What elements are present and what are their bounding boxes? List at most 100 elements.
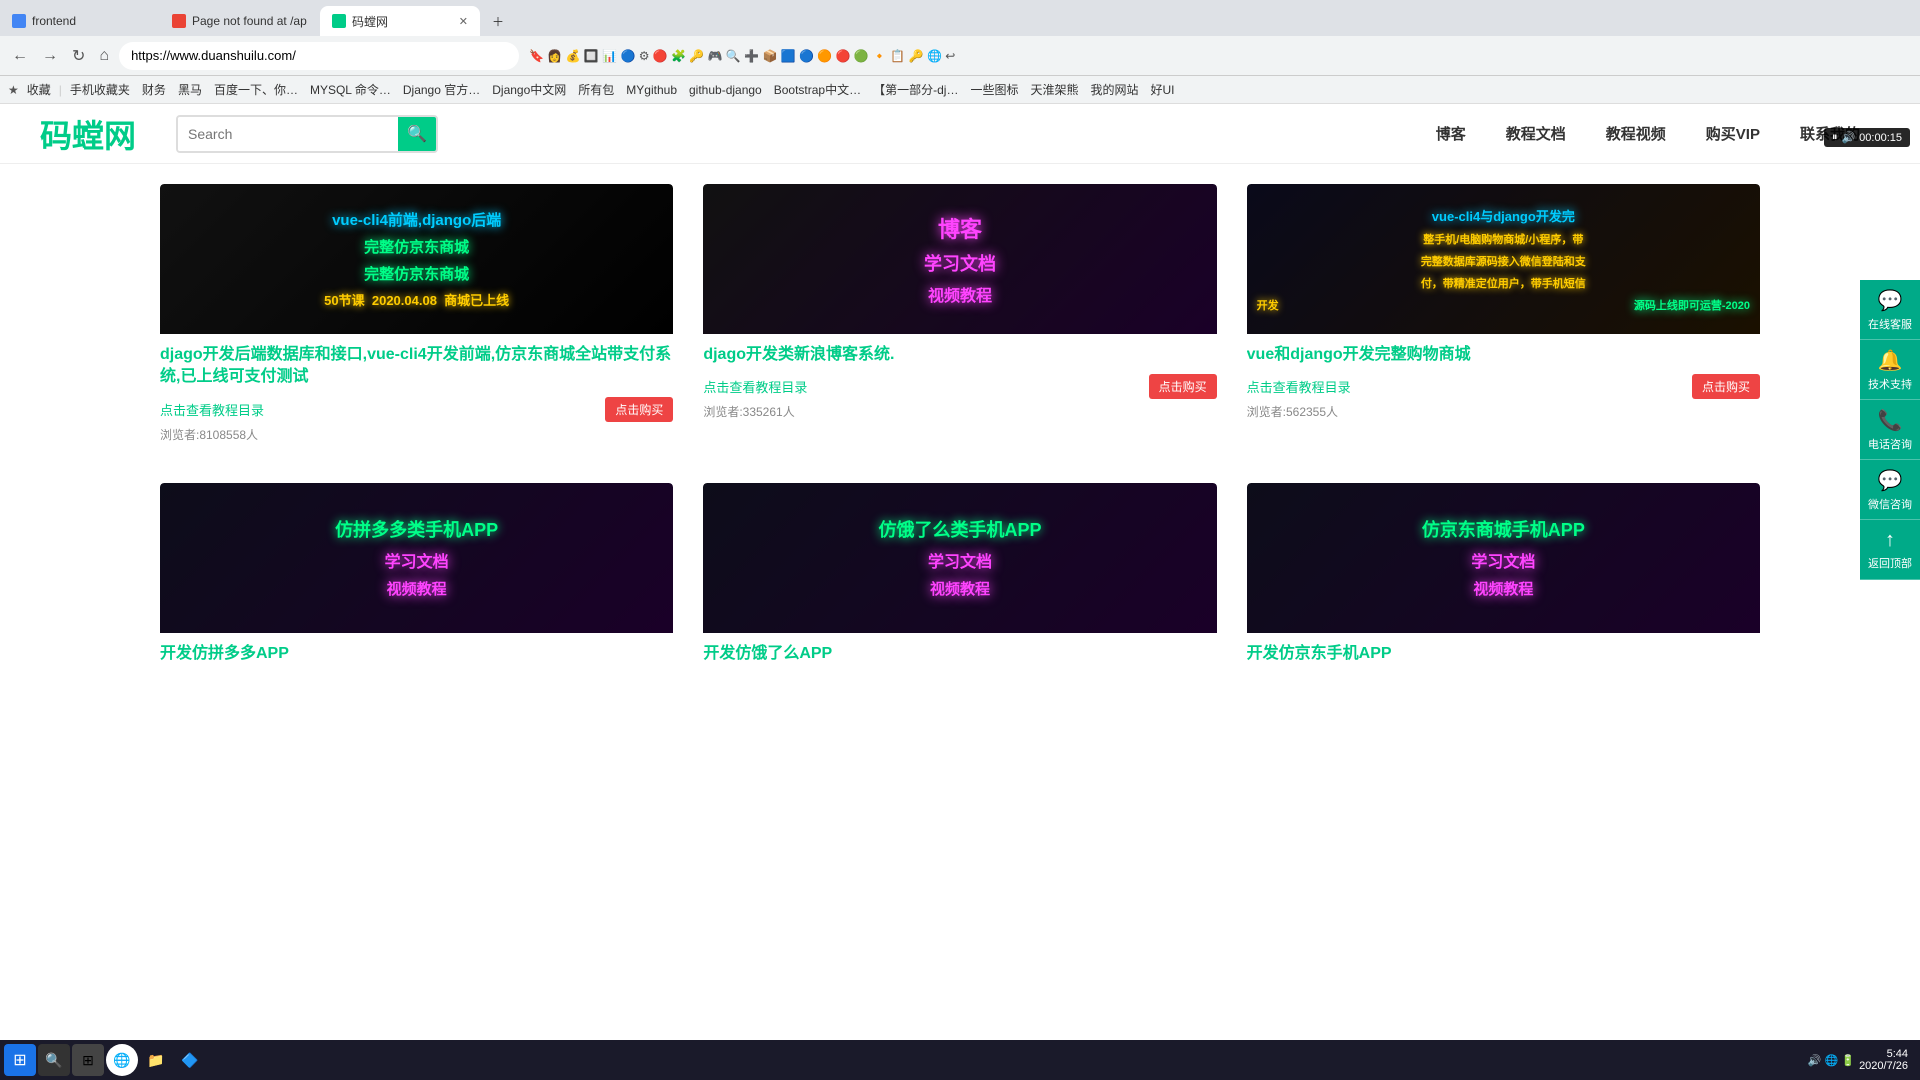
bookmark-packages[interactable]: 所有包: [574, 81, 618, 98]
card-6-img-line-2: 学习文档: [1471, 548, 1535, 572]
taskbar-systray: 🔊 🌐 🔋: [1808, 1054, 1855, 1067]
bookmark-mobile[interactable]: 手机收藏夹: [66, 81, 134, 98]
bookmark-django-official[interactable]: Django 官方…: [399, 81, 484, 98]
taskbar-start[interactable]: ⊞: [4, 1044, 36, 1076]
bookmark-tianzhu[interactable]: 天淮架熊: [1026, 81, 1082, 98]
bookmark-icons[interactable]: 一些图标: [966, 81, 1022, 98]
card-2-link[interactable]: 点击查看教程目录: [703, 377, 807, 396]
bookmark-bootstrap[interactable]: Bootstrap中文…: [770, 81, 865, 98]
tab-favicon: [172, 14, 186, 28]
card-1-views: 浏览者:8108558人: [160, 426, 673, 443]
taskbar-chrome[interactable]: 🌐: [106, 1044, 138, 1076]
reload-btn[interactable]: ↻: [68, 44, 89, 68]
sidebar-label-chat: 在线客服: [1868, 316, 1912, 332]
main-nav: 博客 教程文档 教程视频 购买VIP 联系我的: [1416, 115, 1880, 152]
card-1-buy-btn[interactable]: 点击购买: [605, 397, 673, 422]
tab-notfound[interactable]: Page not found at /ap: [160, 6, 320, 36]
search-input[interactable]: [178, 117, 398, 151]
card-4-img-line-3: 视频教程: [387, 578, 447, 599]
sidebar-label-wechat: 微信咨询: [1868, 496, 1912, 512]
card-3-info: vue和django开发完整购物商城 点击查看教程目录 点击购买 浏览者:562…: [1247, 334, 1760, 430]
taskbar-search[interactable]: 🔍: [38, 1044, 70, 1076]
card-5-info: 开发仿饿了么APP: [703, 633, 1216, 683]
card-3-title: vue和django开发完整购物商城: [1247, 344, 1760, 366]
tab-favicon: [332, 14, 346, 28]
sidebar-btn-chat[interactable]: 💬 在线客服: [1860, 280, 1920, 340]
card-4-info: 开发仿拼多多APP: [160, 633, 673, 683]
card-4[interactable]: 仿拼多多类手机APP 学习文档 视频教程 开发仿拼多多APP: [160, 483, 673, 683]
bookmark-mysql[interactable]: MYSQL 命令…: [306, 81, 395, 98]
card-3-views: 浏览者:562355人: [1247, 403, 1760, 420]
nav-item-vip[interactable]: 购买VIP: [1686, 115, 1780, 152]
card-5-img-line-3: 视频教程: [930, 578, 990, 599]
card-6-img-line-3: 视频教程: [1473, 578, 1533, 599]
tab-madan[interactable]: 码螳网 ✕: [320, 6, 480, 36]
card-1[interactable]: vue-cli4前端,django后端 完整仿京东商城 完整仿京东商城 50节课…: [160, 184, 673, 453]
card-2-img-line-1: 博客: [938, 212, 982, 244]
card-6-image: 仿京东商城手机APP 学习文档 视频教程: [1247, 483, 1760, 633]
bookmark-github-django[interactable]: github-django: [685, 83, 766, 97]
card-3-img-line-3: 完整数据库源码接入微信登陆和支: [1421, 253, 1586, 269]
card-grid: vue-cli4前端,django后端 完整仿京东商城 完整仿京东商城 50节课…: [160, 184, 1760, 683]
tab-favicon: [12, 14, 26, 28]
home-btn[interactable]: ⌂: [95, 45, 113, 67]
new-tab-btn[interactable]: ＋: [480, 6, 516, 36]
wechat-icon: 💬: [1878, 468, 1903, 493]
card-3-actions: 点击查看教程目录 点击购买: [1247, 374, 1760, 399]
back-btn[interactable]: ←: [8, 45, 32, 67]
bookmark-first-part[interactable]: 【第一部分-dj…: [869, 81, 962, 98]
card-3-img-line-2: 整手机/电脑购物商城/小程序，带: [1423, 231, 1583, 247]
extensions-area: 🔖 👩 💰 🔲 📊 🔵 ⚙ 🔴 🧩 🔑 🎮 🔍 ➕ 📦 🟦 🔵 🟠 🔴 🟢 🔸 …: [529, 49, 955, 63]
sidebar-btn-notify[interactable]: 🔔 技术支持: [1860, 340, 1920, 400]
bookmark-haoui[interactable]: 好UI: [1147, 81, 1179, 98]
bookmark-mygithub[interactable]: MYgithub: [622, 83, 681, 97]
sidebar-btn-wechat[interactable]: 💬 微信咨询: [1860, 460, 1920, 520]
sidebar-btn-phone[interactable]: 📞 电话咨询: [1860, 400, 1920, 460]
card-1-info: djago开发后端数据库和接口,vue-cli4开发前端,仿京东商城全站带支付系…: [160, 334, 673, 453]
card-2[interactable]: 博客 学习文档 视频教程 djago开发类新浪博客系统. 点击查看教程目录 点击…: [703, 184, 1216, 453]
nav-item-docs[interactable]: 教程文档: [1486, 115, 1586, 152]
card-6[interactable]: 仿京东商城手机APP 学习文档 视频教程 开发仿京东手机APP: [1247, 483, 1760, 683]
card-1-img-line-2: 完整仿京东商城: [364, 236, 469, 257]
tab-title: Page not found at /ap: [192, 14, 307, 28]
pause-icon[interactable]: ⏸: [1832, 131, 1838, 144]
sidebar-label-top: 返回顶部: [1868, 555, 1912, 571]
volume-icon: 🔊: [1841, 131, 1855, 144]
taskbar-date: 2020/7/26: [1859, 1060, 1908, 1072]
top-icon: ↑: [1885, 529, 1895, 552]
card-1-link[interactable]: 点击查看教程目录: [160, 400, 264, 419]
card-4-image: 仿拼多多类手机APP 学习文档 视频教程: [160, 483, 673, 633]
notify-icon: 🔔: [1878, 348, 1903, 373]
card-3-img-line-5: 开发: [1257, 297, 1279, 313]
taskbar-edge[interactable]: 🔷: [174, 1044, 206, 1076]
bookmark-finance[interactable]: 财务: [138, 81, 170, 98]
card-3-img-line-1: vue-cli4与django开发完: [1432, 206, 1575, 225]
nav-item-blog[interactable]: 博客: [1416, 115, 1486, 152]
taskbar-explorer[interactable]: 📁: [140, 1044, 172, 1076]
card-3-link[interactable]: 点击查看教程目录: [1247, 377, 1351, 396]
tab-frontend[interactable]: frontend: [0, 6, 160, 36]
card-3[interactable]: vue-cli4与django开发完 整手机/电脑购物商城/小程序，带 完整数据…: [1247, 184, 1760, 453]
card-4-img-line-1: 仿拼多多类手机APP: [335, 516, 498, 542]
forward-btn[interactable]: →: [38, 45, 62, 67]
tab-close-btn[interactable]: ✕: [459, 15, 468, 28]
sidebar-btn-top[interactable]: ↑ 返回顶部: [1860, 520, 1920, 580]
card-2-img-line-3: 视频教程: [928, 282, 992, 306]
search-button[interactable]: 🔍: [398, 117, 436, 151]
tab-title: frontend: [32, 14, 76, 28]
bookmark-mysite[interactable]: 我的网站: [1086, 81, 1142, 98]
card-5[interactable]: 仿饿了么类手机APP 学习文档 视频教程 开发仿饿了么APP: [703, 483, 1216, 683]
tab-bar: frontend Page not found at /ap 码螳网 ✕ ＋: [0, 0, 1920, 36]
nav-item-videos[interactable]: 教程视频: [1586, 115, 1686, 152]
bookmark-heima[interactable]: 黑马: [174, 81, 206, 98]
card-2-buy-btn[interactable]: 点击购买: [1149, 374, 1217, 399]
bookmark-collect[interactable]: 收藏: [23, 81, 55, 98]
address-input[interactable]: [119, 42, 519, 70]
card-3-buy-btn[interactable]: 点击购买: [1692, 374, 1760, 399]
bookmark-baidu[interactable]: 百度一下、你…: [210, 81, 302, 98]
address-bar: ← → ↻ ⌂ 🔖 👩 💰 🔲 📊 🔵 ⚙ 🔴 🧩 🔑 🎮 🔍 ➕ 📦 🟦 🔵 …: [0, 36, 1920, 76]
taskbar-tasks[interactable]: ⊞: [72, 1044, 104, 1076]
site-logo[interactable]: 码螳网: [40, 111, 136, 157]
bookmark-django-cn[interactable]: Django中文网: [488, 81, 570, 98]
card-5-img-line-2: 学习文档: [928, 548, 992, 572]
